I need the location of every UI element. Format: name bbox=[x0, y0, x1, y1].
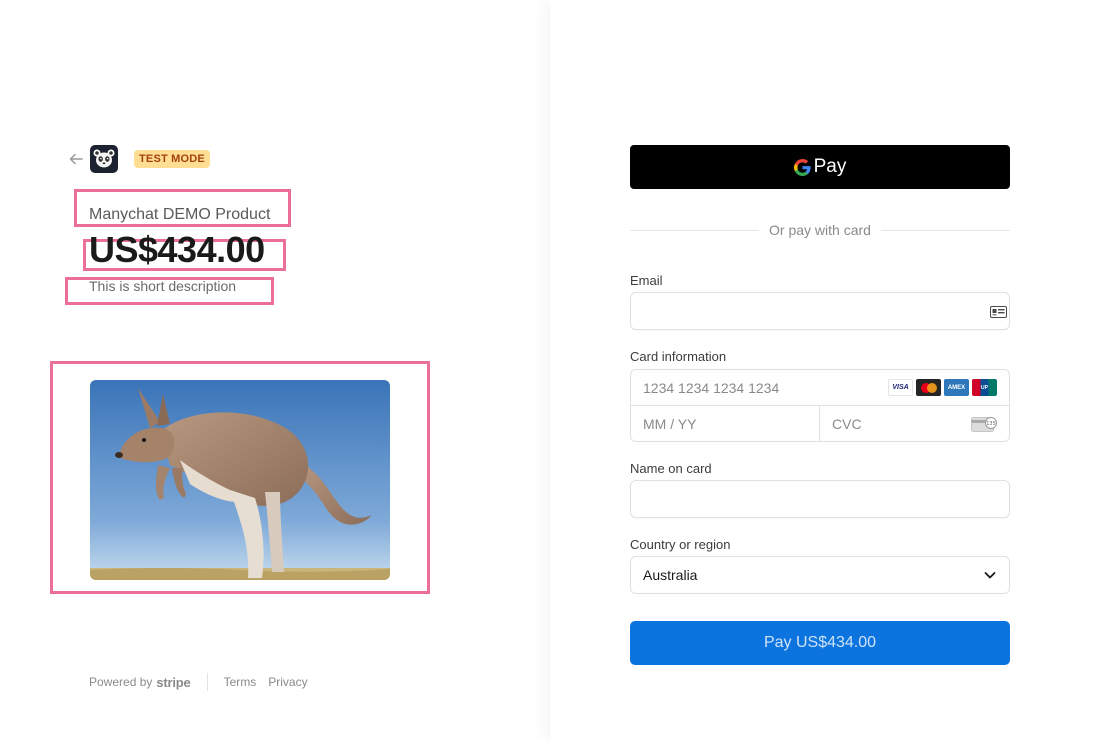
privacy-link[interactable]: Privacy bbox=[268, 675, 307, 689]
visa-icon: VISA bbox=[888, 379, 913, 396]
name-on-card-field[interactable] bbox=[631, 481, 1009, 517]
card-number-input[interactable] bbox=[631, 370, 871, 405]
chevron-down-icon bbox=[983, 568, 997, 585]
product-name: Manychat DEMO Product bbox=[89, 206, 271, 223]
cvc-cell: 135 bbox=[820, 406, 1009, 442]
product-image bbox=[90, 380, 390, 580]
google-g-icon bbox=[793, 158, 811, 176]
mastercard-icon bbox=[916, 379, 941, 396]
powered-by-label: Powered by bbox=[89, 675, 153, 689]
email-field-wrapper bbox=[630, 292, 1010, 330]
card-expiry-cvc-row: 135 bbox=[631, 406, 1009, 442]
divider-line-right bbox=[880, 229, 1010, 231]
terms-link[interactable]: Terms bbox=[224, 675, 257, 689]
country-selected-value: Australia bbox=[643, 567, 698, 583]
divider-text: Or pay with card bbox=[769, 222, 871, 238]
product-description: This is short description bbox=[89, 278, 237, 294]
summary-header: TEST MODE bbox=[68, 145, 210, 173]
divider-line-left bbox=[630, 229, 760, 231]
email-label: Email bbox=[630, 273, 663, 288]
test-mode-badge: TEST MODE bbox=[134, 150, 210, 168]
product-price: US$434.00 bbox=[89, 229, 265, 270]
country-label: Country or region bbox=[630, 537, 731, 552]
google-pay-button[interactable]: Pay bbox=[630, 145, 1010, 189]
cvc-card-icon: 135 bbox=[971, 416, 997, 438]
stripe-logo-text[interactable]: stripe bbox=[156, 675, 190, 690]
cvc-input[interactable] bbox=[820, 406, 960, 442]
pay-submit-button[interactable]: Pay US$434.00 bbox=[630, 621, 1010, 665]
unionpay-icon: UP bbox=[972, 379, 997, 396]
email-field[interactable] bbox=[631, 293, 1009, 329]
card-number-row: VISA AMEX UP bbox=[631, 370, 1009, 406]
footer-separator bbox=[206, 673, 208, 691]
or-pay-with-card-divider: Or pay with card bbox=[630, 220, 1010, 240]
arrow-left-icon[interactable] bbox=[68, 151, 84, 167]
panda-logo-icon bbox=[90, 145, 118, 173]
summary-footer: Powered by stripe Terms Privacy bbox=[89, 673, 320, 691]
google-pay-label: Pay bbox=[813, 156, 847, 177]
contact-card-icon bbox=[990, 305, 1007, 323]
name-on-card-wrapper bbox=[630, 480, 1010, 518]
card-brand-icons: VISA AMEX UP bbox=[888, 379, 997, 396]
country-select[interactable]: Australia bbox=[630, 556, 1010, 594]
expiry-cell bbox=[631, 406, 820, 442]
amex-icon: AMEX bbox=[944, 379, 969, 396]
expiry-input[interactable] bbox=[631, 406, 817, 442]
card-info-label: Card information bbox=[630, 349, 727, 364]
name-on-card-label: Name on card bbox=[630, 461, 712, 476]
svg-text:135: 135 bbox=[986, 421, 996, 427]
card-info-group: VISA AMEX UP 135 bbox=[630, 369, 1010, 442]
